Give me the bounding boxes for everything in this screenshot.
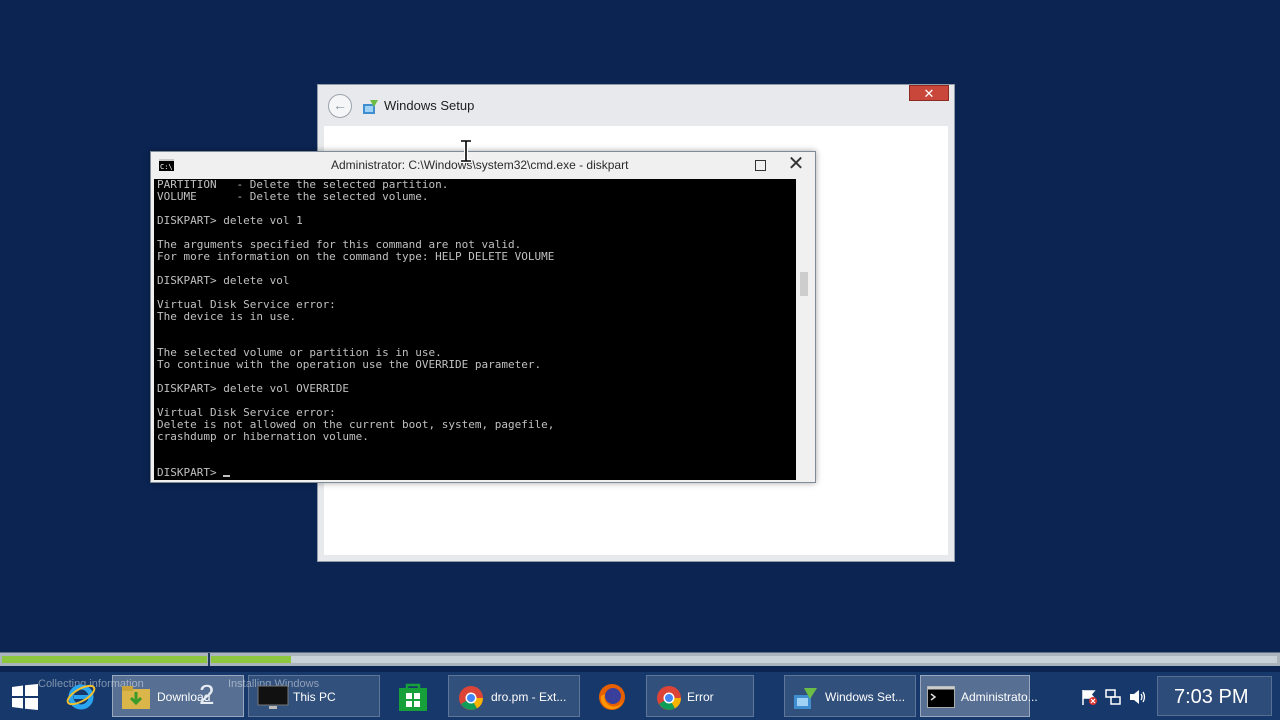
clock[interactable]: 7:03 PM [1157, 676, 1272, 716]
taskbar-windows-setup[interactable]: Windows Set... [784, 675, 916, 717]
internet-explorer-icon [66, 684, 96, 710]
console-output[interactable]: PARTITION - Delete the selected partitio… [154, 179, 796, 480]
console-prompt-line: DISKPART> [154, 467, 796, 479]
taskbar-chrome-error[interactable]: Error [646, 675, 754, 717]
chrome-icon [459, 686, 483, 710]
window-count-badge: 2 [199, 679, 215, 710]
taskbar-internet-explorer[interactable] [56, 675, 108, 717]
setup-icon [794, 688, 817, 709]
firefox-icon [599, 684, 625, 710]
clock-time: 7:03 PM [1174, 686, 1249, 708]
taskbar-label-windows-setup: Windows Set... [825, 690, 906, 704]
cmd-titlebar[interactable]: C:\ Administrator: C:\Windows\system32\c… [151, 152, 815, 179]
console-line: DISKPART> delete vol [157, 274, 290, 287]
console-line: For more information on the command type… [157, 250, 555, 263]
progress-divider [208, 653, 210, 666]
taskbar-label-administrator: Administrato... [961, 690, 1038, 704]
cmd-icon [927, 686, 955, 708]
maximize-button[interactable] [749, 155, 771, 175]
windows-logo-icon [12, 684, 38, 710]
cmd-icon: C:\ [159, 159, 174, 171]
console-line: crashdump or hibernation volume. [157, 430, 369, 443]
taskbar-download-folder[interactable]: Download 2 [112, 675, 244, 717]
setup-close-button[interactable]: ✕ [909, 85, 949, 101]
maximize-icon [754, 160, 766, 171]
text-cursor [223, 475, 231, 477]
cmd-window-title: Administrator: C:\Windows\system32\cmd.e… [331, 158, 629, 172]
console-scrollbar[interactable] [796, 179, 813, 480]
taskbar: Collecting information Download 2 Instal… [0, 672, 1280, 720]
ibeam-cursor-icon [461, 139, 471, 163]
console-line: DISKPART> delete vol 1 [157, 214, 303, 227]
chrome-icon [657, 686, 681, 710]
taskbar-cmd-administrator[interactable]: Administrato... [920, 675, 1038, 717]
setup-progress-bar [0, 652, 1280, 666]
taskbar-label-this-pc: This PC [293, 690, 336, 704]
console-line: The device is in use. [157, 310, 297, 323]
taskbar-chrome-dropm[interactable]: dro.pm - Ext... [448, 675, 580, 717]
setup-window-title: Windows Setup [384, 98, 475, 113]
store-icon [399, 683, 427, 711]
cmd-close-button[interactable]: ✕ [783, 153, 809, 177]
windows-setup-icon [363, 100, 378, 114]
taskbar-firefox[interactable] [586, 675, 638, 717]
folder-download-icon [122, 686, 150, 709]
progress-step-collecting [2, 656, 207, 663]
progress-fill [211, 656, 291, 663]
taskbar-store[interactable] [388, 675, 440, 717]
taskbar-this-pc[interactable]: This PC [248, 675, 380, 717]
monitor-icon [257, 685, 289, 709]
console-line: VOLUME - Delete the selected volume. [157, 190, 429, 203]
back-button[interactable]: ← [328, 94, 352, 118]
progress-step-installing [211, 656, 1277, 663]
scrollbar-thumb[interactable] [800, 272, 808, 296]
console-prompt: DISKPART> [157, 466, 224, 479]
action-center-flag-icon[interactable] [1080, 688, 1098, 706]
taskbar-label-dropm: dro.pm - Ext... [491, 690, 567, 704]
console-line: DISKPART> delete vol OVERRIDE [157, 382, 350, 395]
volume-icon[interactable] [1128, 688, 1148, 706]
cmd-window: C:\ Administrator: C:\Windows\system32\c… [150, 151, 816, 483]
console-line: To continue with the operation use the O… [157, 358, 542, 371]
taskbar-label-error: Error [687, 690, 714, 704]
network-icon[interactable] [1104, 688, 1122, 706]
